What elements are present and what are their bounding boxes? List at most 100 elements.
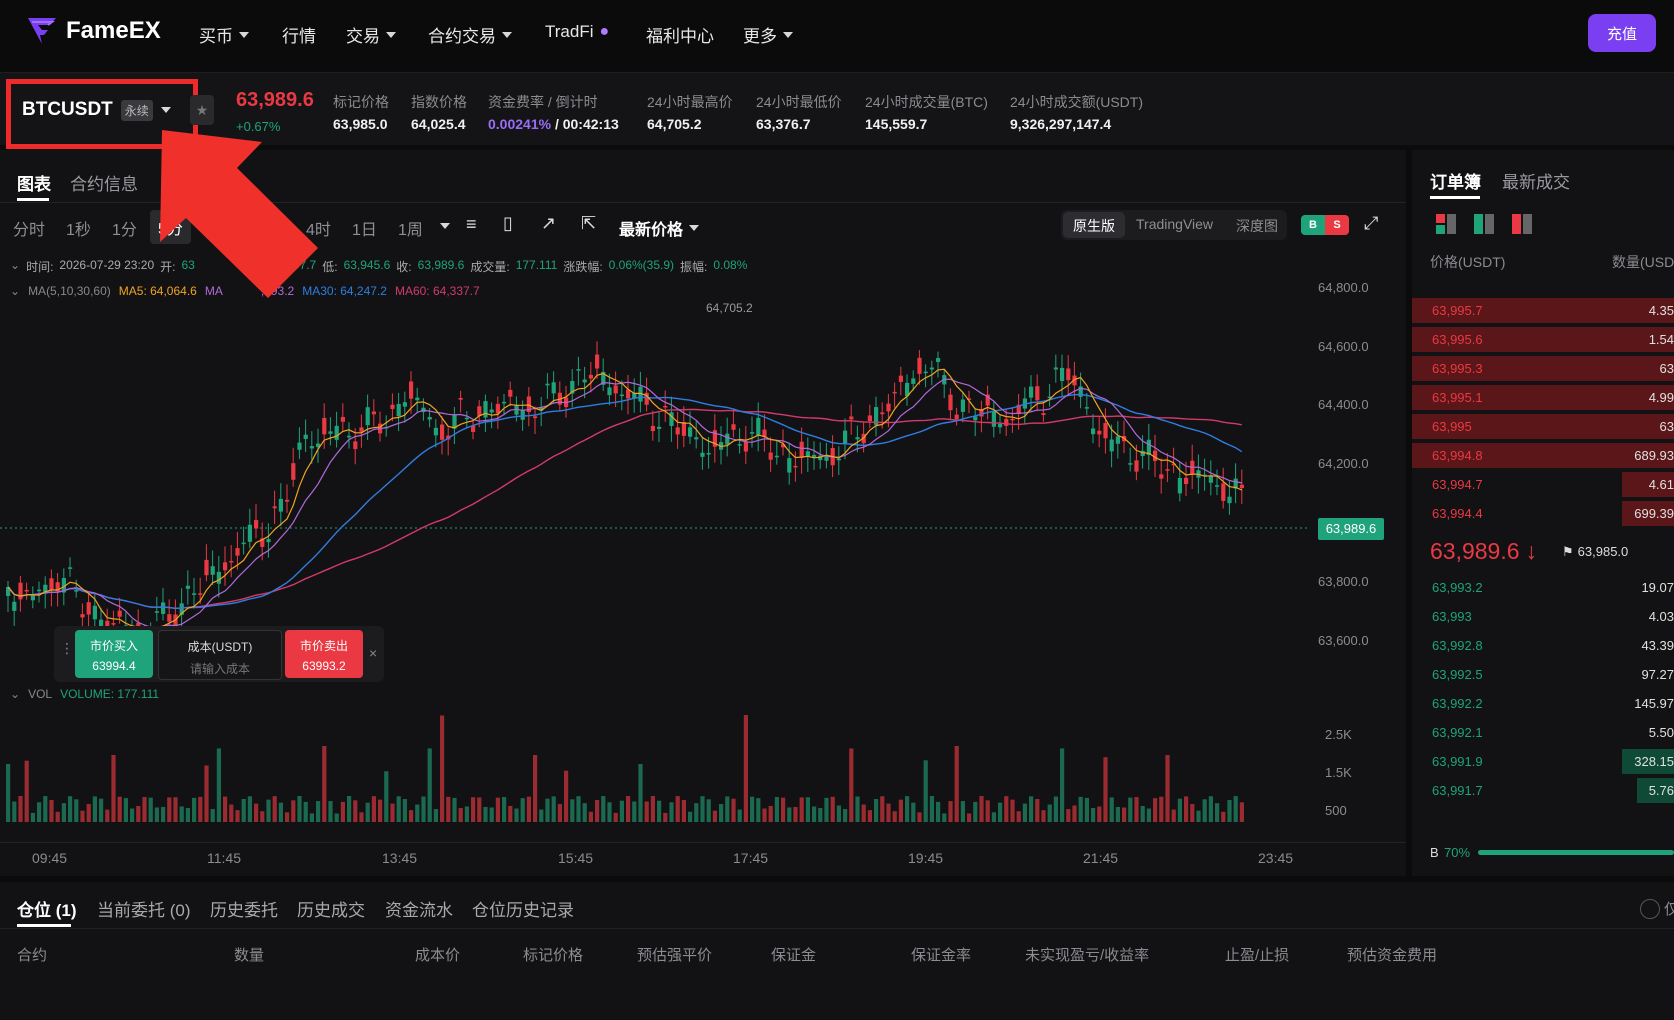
symbol-selector[interactable]: BTCUSDT 永续 (22, 99, 171, 121)
brand-logo[interactable]: FameEX (26, 16, 161, 46)
orderbook-price: 63,992.2 (1432, 696, 1483, 711)
orderbook-bids-icon[interactable] (1474, 214, 1494, 234)
orderbook-qty: 97.27 (1641, 667, 1674, 682)
volume-bar (1196, 810, 1201, 822)
volume-bar (650, 796, 655, 822)
orderbook-row[interactable]: 63,995.7 4.35 (1412, 297, 1674, 324)
tab-recent-trades[interactable]: 最新成交 (1502, 168, 1570, 193)
timeframe-more-icon[interactable] (440, 223, 450, 229)
volume-bar (675, 796, 680, 822)
col-mark-price: 标记价格 (523, 947, 584, 964)
candle (1115, 436, 1120, 444)
stat-label-24h-vol-usdt: 24小时成交额(USDT) (1010, 94, 1144, 110)
orderbook-row[interactable]: 63,991.9 328.15 (1412, 748, 1674, 775)
volume-bar (1221, 811, 1226, 822)
orderbook-row[interactable]: 63,993.2 19.07 (1412, 574, 1674, 601)
volume-bar (644, 801, 649, 822)
orderbook-last-price: 63,989.6 ↓ (1430, 538, 1538, 564)
market-sell-button[interactable]: 市价卖出 63993.2 (285, 630, 363, 678)
orderbook-qty: 43.39 (1641, 638, 1674, 653)
volume-bar (43, 796, 48, 822)
orderbook-price: 63,995.7 (1432, 303, 1483, 318)
candle (396, 403, 401, 417)
candle (483, 401, 488, 418)
timeframe-1m[interactable]: 1分 (112, 216, 137, 240)
volume-bar (1239, 802, 1244, 822)
timeframe-1s[interactable]: 1秒 (66, 216, 91, 240)
timeframe-1d[interactable]: 1日 (352, 216, 377, 240)
tab-position-history[interactable]: 仓位历史记录 (472, 896, 574, 921)
candle (1208, 476, 1213, 483)
candle-type-icon[interactable]: ▯ (503, 213, 513, 234)
volume-bar (421, 796, 426, 822)
candle (309, 446, 314, 449)
market-buy-button[interactable]: 市价买入 63994.4 (75, 630, 153, 678)
volume-bar (260, 811, 265, 822)
price-type-select[interactable]: 最新价格 (619, 216, 700, 240)
volume-bar (886, 803, 891, 822)
orderbook-head-price: 价格(USDT) (1430, 254, 1506, 270)
orderbook-row[interactable]: 63,992.8 43.39 (1412, 632, 1674, 659)
orderbook-row[interactable]: 63,992.5 97.27 (1412, 661, 1674, 688)
tab-funding-flow[interactable]: 资金流水 (385, 896, 453, 921)
nav-buy-crypto[interactable]: 买币 (199, 22, 249, 47)
nav-rewards-center[interactable]: 福利中心 (646, 22, 714, 47)
view-tradingview[interactable]: TradingView (1136, 216, 1213, 232)
candle (1215, 485, 1220, 487)
view-depth[interactable]: 深度图 (1236, 216, 1278, 236)
volume-bar (998, 802, 1003, 822)
volume-bar (582, 803, 587, 822)
tab-open-orders[interactable]: 当前委托 (0) (97, 896, 191, 921)
orderbook-row[interactable]: 63,992.2 145.97 (1412, 690, 1674, 717)
bs-toggle[interactable]: B S (1301, 215, 1349, 235)
orderbook-row[interactable]: 63,992.1 5.50 (1412, 719, 1674, 746)
popout-icon[interactable]: ⇱ (581, 213, 596, 234)
orderbook-row[interactable]: 63,995.3 63 (1412, 355, 1674, 382)
nav-markets[interactable]: 行情 (282, 22, 316, 47)
candle (210, 566, 215, 575)
orderbook-row[interactable]: 63,995.6 1.54 (1412, 326, 1674, 353)
tab-order-history[interactable]: 历史委托 (210, 896, 278, 921)
nav-trade[interactable]: 交易 (346, 22, 396, 47)
nav-tradfi[interactable]: TradFi ● (545, 22, 609, 42)
volume-bar (973, 801, 978, 822)
nav-more[interactable]: 更多 (743, 22, 793, 47)
volume-bar (1233, 796, 1238, 822)
drag-handle-icon[interactable]: ⋮ (60, 640, 74, 657)
orderbook-row[interactable]: 63,995.1 4.99 (1412, 384, 1674, 411)
candle (663, 405, 668, 408)
orderbook-row[interactable]: 63,991.7 5.76 (1412, 777, 1674, 804)
volume-bar (378, 799, 383, 822)
timeframe-1w[interactable]: 1周 (398, 216, 423, 240)
view-native[interactable]: 原生版 (1073, 216, 1115, 236)
col-unrealized-pnl: 未实现盈亏/收益率 (1025, 947, 1150, 964)
tab-orderbook[interactable]: 订单簿 (1430, 168, 1481, 193)
orderbook-both-icon[interactable] (1436, 214, 1456, 234)
tab-trade-history[interactable]: 历史成交 (297, 896, 365, 921)
volume-bar (725, 796, 730, 822)
tab-chart[interactable]: 图表 (17, 170, 51, 195)
indicator-list-icon[interactable]: ≡ (466, 214, 477, 235)
candle (117, 610, 122, 617)
orderbook-row[interactable]: 63,995 63 (1412, 413, 1674, 440)
orderbook-row[interactable]: 63,994.7 4.61 (1412, 471, 1674, 498)
volume-bar (1041, 810, 1046, 822)
orderbook-row[interactable]: 63,994.8 689.93 (1412, 442, 1674, 469)
volume-bar (86, 804, 91, 822)
orderbook-row[interactable]: 63,993 4.03 (1412, 603, 1674, 630)
indicator-chart-icon[interactable]: ↗ (541, 213, 556, 234)
volume-bar (508, 805, 513, 822)
deposit-button[interactable]: 充值 (1588, 14, 1656, 52)
only-current-checkbox[interactable] (1640, 899, 1660, 919)
timeframe-line[interactable]: 分时 (13, 216, 45, 240)
candle (24, 589, 29, 592)
nav-futures[interactable]: 合约交易 (428, 22, 512, 47)
close-icon[interactable]: × (369, 645, 377, 661)
orderbook-row[interactable]: 63,994.4 699.39 (1412, 500, 1674, 527)
orderbook-asks-icon[interactable] (1512, 214, 1532, 234)
tab-positions[interactable]: 仓位 (1) (17, 896, 77, 921)
tab-contract-info[interactable]: 合约信息 (70, 170, 138, 195)
cost-input[interactable]: 成本(USDT) 请输入成本 (158, 630, 282, 680)
candle (402, 402, 407, 407)
fullscreen-icon[interactable]: ⤢ (1364, 213, 1378, 234)
